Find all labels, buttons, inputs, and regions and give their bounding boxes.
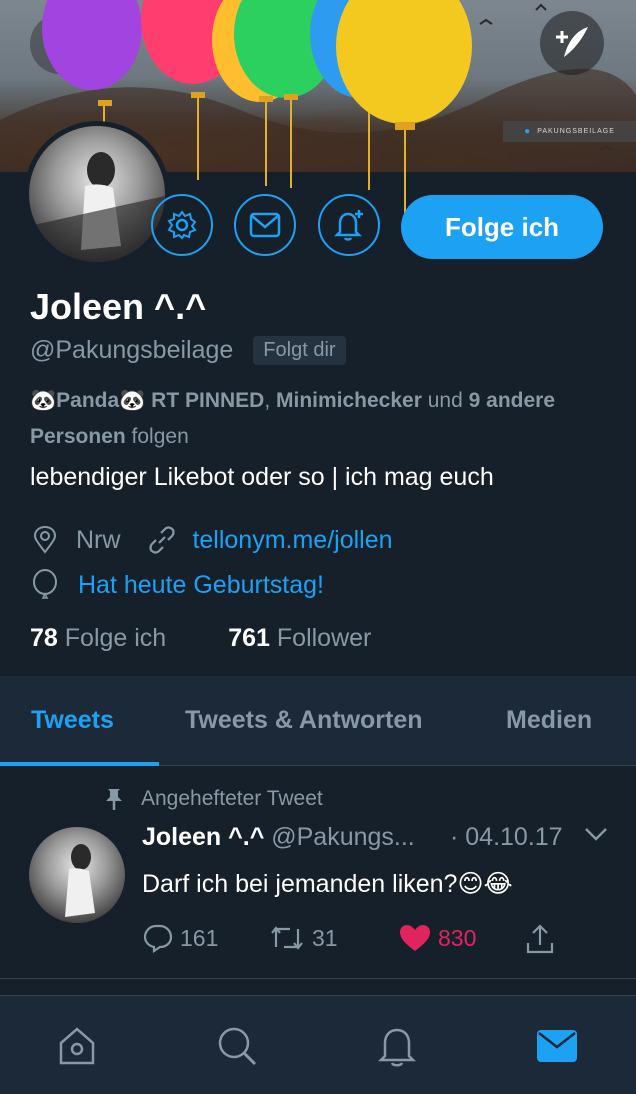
followers-count: 761 xyxy=(228,624,270,652)
birthday-text[interactable]: Hat heute Geburtstag! xyxy=(78,571,324,600)
follow-stats: 78 Folge ich 761 Follower xyxy=(30,624,371,653)
profile-tabs: Tweets Tweets & Antworten Medien xyxy=(0,676,636,766)
tweet-date: · 04.10.17 xyxy=(450,823,563,851)
heart-icon xyxy=(400,925,430,951)
known-follower-2[interactable]: Minimichecker xyxy=(276,389,422,412)
reply-icon xyxy=(143,924,173,953)
known-followers-suffix: folgen xyxy=(125,425,189,448)
tweet-text: Darf ich bei jemanden liken?😊😂 xyxy=(142,870,513,898)
share-icon xyxy=(526,924,554,954)
tweet-author-name[interactable]: Joleen ^.^ xyxy=(142,823,264,851)
nav-notifications[interactable] xyxy=(375,1024,419,1068)
retweet-button[interactable]: 31 xyxy=(268,923,338,953)
following-label: Folge ich xyxy=(64,624,167,652)
handle-row: @Pakungsbeilage Folgt dir xyxy=(30,336,346,365)
known-followers-conjunction: und xyxy=(421,389,469,412)
share-button[interactable] xyxy=(524,923,556,955)
notifications-icon xyxy=(377,1028,417,1067)
mail-icon xyxy=(249,212,281,238)
back-button[interactable] xyxy=(30,14,90,74)
tab-tweets-and-replies[interactable]: Tweets & Antworten xyxy=(185,706,423,735)
messages-icon xyxy=(537,1030,577,1062)
pinned-tweet[interactable]: Angehefteter Tweet Joleen ^.^ @Pakungs..… xyxy=(0,767,636,979)
timeline-divider xyxy=(0,979,636,995)
pin-icon xyxy=(106,789,122,810)
tweet-actions: 161 31 830 xyxy=(142,923,572,963)
like-button[interactable]: 830 xyxy=(398,923,476,953)
tweet-author-handle[interactable]: @Pakungs... xyxy=(271,823,415,851)
followers-label: Follower xyxy=(276,624,372,652)
location-icon xyxy=(33,525,57,554)
active-tab-indicator xyxy=(0,762,159,766)
profile-bio: lebendiger Likebot oder so | ich mag euc… xyxy=(30,463,494,491)
message-button[interactable] xyxy=(234,194,296,256)
known-follower-1[interactable]: 🐼Panda🐼 RT PINNED xyxy=(30,389,264,412)
quill-plus-icon xyxy=(556,27,588,57)
follow-button[interactable]: Folge ich xyxy=(401,195,603,259)
link-icon xyxy=(149,526,176,554)
profile-handle: @Pakungsbeilage xyxy=(30,336,234,364)
tab-media[interactable]: Medien xyxy=(506,706,592,735)
tab-tweets[interactable]: Tweets xyxy=(31,706,114,735)
avatar-photo xyxy=(29,152,165,262)
reply-button[interactable]: 161 xyxy=(142,923,218,953)
gear-icon xyxy=(167,210,197,240)
nav-home[interactable] xyxy=(55,1024,99,1068)
following-count: 78 xyxy=(30,624,58,652)
chevron-left-icon xyxy=(51,30,68,58)
banner-watermark: ● PAKUNGSBEILAGE xyxy=(503,121,636,142)
profile-location: Nrw xyxy=(76,525,121,554)
tweet-header: Joleen ^.^ @Pakungs... · 04.10.17 xyxy=(142,823,612,852)
profile-name: Joleen ^.^ xyxy=(30,286,207,327)
notifications-toggle-button[interactable] xyxy=(318,194,380,256)
banner-tag-text: PAKUNGSBEILAGE xyxy=(537,128,615,135)
pinned-label-row: Angehefteter Tweet xyxy=(103,787,323,811)
profile-website-link[interactable]: tellonym.me/jollen xyxy=(192,526,392,555)
birthday-row: Hat heute Geburtstag! xyxy=(30,569,324,601)
home-icon xyxy=(59,1027,95,1065)
bird-icon: ● xyxy=(524,126,532,137)
search-icon xyxy=(218,1027,257,1066)
follows-you-badge: Folgt dir xyxy=(253,336,346,365)
chevron-down-icon[interactable] xyxy=(582,819,610,847)
retweet-count: 31 xyxy=(312,924,338,951)
like-count: 830 xyxy=(438,924,477,951)
balloon-icon xyxy=(33,569,57,599)
profile-meta: Nrw tellonym.me/jollen xyxy=(30,524,393,556)
followers-stat[interactable]: 761 Follower xyxy=(228,624,371,653)
profile-avatar[interactable] xyxy=(24,121,170,267)
settings-button[interactable] xyxy=(151,194,213,256)
reply-count: 161 xyxy=(180,924,219,951)
known-followers[interactable]: 🐼Panda🐼 RT PINNED, Minimichecker und 9 a… xyxy=(30,383,610,455)
nav-messages[interactable] xyxy=(535,1024,579,1068)
bottom-nav xyxy=(0,995,636,1094)
tweet-avatar-photo xyxy=(65,844,95,917)
nav-search[interactable] xyxy=(215,1024,259,1068)
compose-button[interactable] xyxy=(540,11,604,75)
known-followers-separator: , xyxy=(264,389,276,412)
tweet-avatar[interactable] xyxy=(29,827,125,923)
retweet-icon xyxy=(271,926,303,950)
following-stat[interactable]: 78 Folge ich xyxy=(30,624,166,653)
bell-plus-icon xyxy=(333,210,363,241)
pinned-label: Angehefteter Tweet xyxy=(141,787,323,810)
